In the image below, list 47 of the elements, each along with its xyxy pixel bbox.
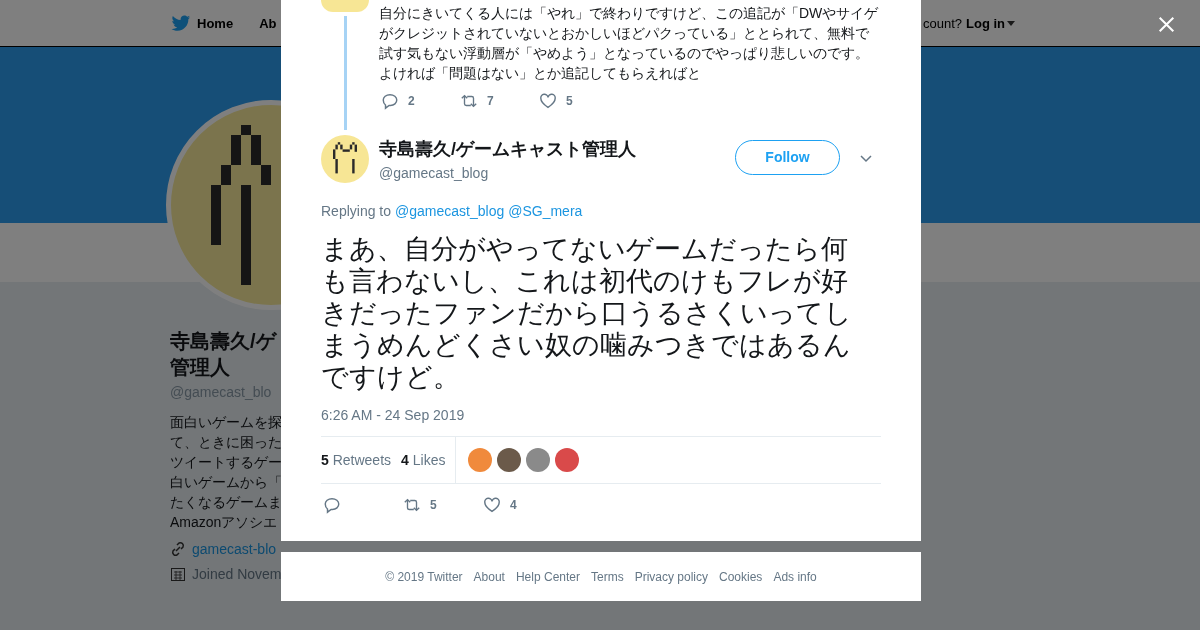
profile-bio: 面白いゲームを探 て、ときに困った ツイートするゲー 白いゲームから「 たくなるゲームま Amazonアソシエ <box>170 413 281 532</box>
close-icon[interactable] <box>1158 16 1175 33</box>
heart-icon <box>483 496 501 514</box>
retweets-count[interactable]: 5 Retweets <box>321 452 392 468</box>
replying-label: Replying to <box>321 203 392 219</box>
user-avatar[interactable] <box>497 448 522 472</box>
account-prompt: count? <box>922 15 962 31</box>
footer-link[interactable]: About <box>473 569 505 584</box>
reply-icon <box>323 496 341 514</box>
retweet-icon <box>403 496 421 514</box>
avatar-icon <box>321 0 369 12</box>
footer-link[interactable]: Help Center <box>515 569 580 584</box>
reply-button[interactable]: 2 <box>381 92 460 110</box>
retweet-button[interactable]: 7 <box>460 92 539 110</box>
like-button[interactable]: 5 <box>539 92 618 110</box>
footer-link[interactable]: Terms <box>591 569 624 584</box>
footer-link[interactable]: Privacy policy <box>634 569 708 584</box>
joined-date: Joined Novem <box>192 566 281 582</box>
profile-name: 寺島壽久/ゲ 管理人 <box>170 329 278 380</box>
retweet-icon <box>460 92 478 110</box>
tweet-timestamp: 6:26 AM - 24 Sep 2019 <box>321 407 466 423</box>
user-avatar[interactable] <box>526 448 551 472</box>
nav-link[interactable]: Home <box>171 14 234 32</box>
footer-link[interactable]: © 2019 Twitter <box>385 569 463 584</box>
like-button[interactable]: 4 <box>483 496 563 514</box>
mention-link[interactable]: @gamecast_blog <box>395 203 505 219</box>
link-icon <box>170 541 186 557</box>
user-avatar[interactable] <box>555 448 580 472</box>
mention-link[interactable]: @SG_mera <box>508 203 583 219</box>
follow-button[interactable]: Follow <box>735 139 840 175</box>
reply-icon <box>381 92 399 110</box>
chevron-icon[interactable] <box>860 155 872 163</box>
footer-link[interactable]: Cookies <box>719 569 763 584</box>
calendar-icon <box>170 566 186 582</box>
user-handle: @gamecast_blog <box>379 165 490 181</box>
tweet-text: 自分にきいてくる人には「やれ」で終わりですけど、この追記が「DWやサイゲ がクレジットされていないとおかしいほどパクっている」ととられて、無料で 試す気もない浮動層が「やめよう」となっているのでやっぱり悲しいのです。 よければ「問題はない」とか追記してもらえればと <box>379 4 879 83</box>
nav-link[interactable]: Ab <box>259 14 277 32</box>
heart-icon <box>539 92 557 110</box>
avatar-icon <box>321 135 369 183</box>
login-link[interactable]: Log in <box>966 15 1015 31</box>
retweet-button[interactable]: 5 <box>403 496 483 514</box>
user-name: 寺島壽久/ゲームキャスト管理人 <box>379 138 637 161</box>
bird-icon <box>171 14 191 32</box>
tweet-text: まあ、自分がやってないゲームだったら何も言わないし、これは初代のけもフレが好きだったファンだから口うるさくいってしまうめんどくさい奴の噛みつきではあるんですけど。 <box>321 233 853 393</box>
caret-icon <box>1007 20 1015 26</box>
likes-count[interactable]: 4 Likes <box>401 452 446 468</box>
footer-link[interactable]: Ads info <box>773 569 817 584</box>
